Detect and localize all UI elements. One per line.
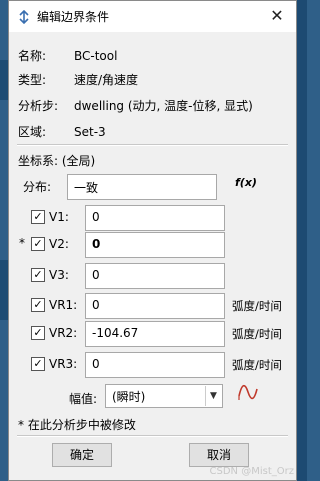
component-row: * ✓ V2: 0 [9,232,298,258]
viewport-edge [0,60,8,100]
footnote: * 在此分析步中被修改 [18,418,136,432]
component-row: ✓ VR3: 0 弧度/时间 [9,352,298,378]
component-value-field[interactable]: 0 [85,205,225,231]
info-value: dwelling (动力, 温度-位移, 显式) [74,99,253,113]
info-label: 类型: [18,73,47,87]
info-label: 分析步: [18,99,59,113]
info-row-region: 区域: Set-3 [18,123,106,140]
modified-marker: * [19,236,25,250]
close-icon[interactable]: ✕ [268,7,286,25]
function-icon[interactable]: f(x) [235,176,257,189]
coordinate-system-label: 坐标系: (全局) [18,154,96,168]
title-bar[interactable]: 编辑边界条件 ✕ [9,1,296,32]
amplitude-select[interactable]: (瞬时) ▼ [105,384,223,408]
unit-label: 弧度/时间 [232,358,282,372]
info-row-type: 类型: 速度/角速度 [18,71,138,88]
separator [17,435,288,437]
info-label: 名称: [18,49,47,63]
component-row: ✓ VR2: -104.67 弧度/时间 [9,321,298,347]
distribution-field[interactable]: 一致 [67,174,217,200]
component-value-field[interactable]: 0 [85,352,225,378]
component-label: VR1: [49,298,78,312]
component-label: VR2: [49,326,78,340]
boundary-condition-icon [19,9,29,24]
amplitude-label: 幅值: [69,392,98,406]
amplitude-selected: (瞬时) [112,390,146,404]
watermark: CSDN @Mist_Orz [209,466,294,477]
info-value: BC-tool [74,49,118,63]
component-value-field[interactable]: 0 [85,293,225,319]
distribution-label: 分布: [23,180,52,194]
component-value-field[interactable]: 0 [85,263,225,289]
info-row-name: 名称: BC-tool [18,47,117,64]
component-row: ✓ V3: 0 [9,263,298,289]
component-label: V2: [49,237,69,251]
ok-button[interactable]: 确定 [52,443,112,467]
viewport-edge [297,0,307,481]
separator [17,144,288,146]
component-checkbox[interactable]: ✓ [31,298,45,312]
component-row: ✓ V1: 0 [9,205,298,231]
unit-label: 弧度/时间 [232,327,282,341]
info-label: 区域: [18,125,47,139]
component-value-field[interactable]: 0 [85,232,225,258]
component-value-field[interactable]: -104.67 [85,321,225,347]
unit-label: 弧度/时间 [232,299,282,313]
component-checkbox[interactable]: ✓ [31,326,45,340]
info-row-step: 分析步: dwelling (动力, 温度-位移, 显式) [18,97,253,114]
amplitude-wave-icon[interactable] [237,381,259,403]
info-value: Set-3 [74,125,106,139]
viewport-edge [0,260,8,320]
component-checkbox[interactable]: ✓ [31,357,45,371]
component-label: V3: [49,268,69,282]
component-checkbox[interactable]: ✓ [31,237,45,251]
dialog-title: 编辑边界条件 [37,10,110,24]
component-label: V1: [49,210,69,224]
component-checkbox[interactable]: ✓ [31,268,45,282]
cancel-button[interactable]: 取消 [189,443,249,467]
component-checkbox[interactable]: ✓ [31,210,45,224]
component-label: VR3: [49,357,78,371]
component-row: ✓ VR1: 0 弧度/时间 [9,293,298,319]
edit-boundary-condition-dialog: 编辑边界条件 ✕ 名称: BC-tool 类型: 速度/角速度 分析步: dwelli… [8,0,297,481]
info-value: 速度/角速度 [74,73,139,87]
chevron-down-icon[interactable]: ▼ [205,386,221,406]
